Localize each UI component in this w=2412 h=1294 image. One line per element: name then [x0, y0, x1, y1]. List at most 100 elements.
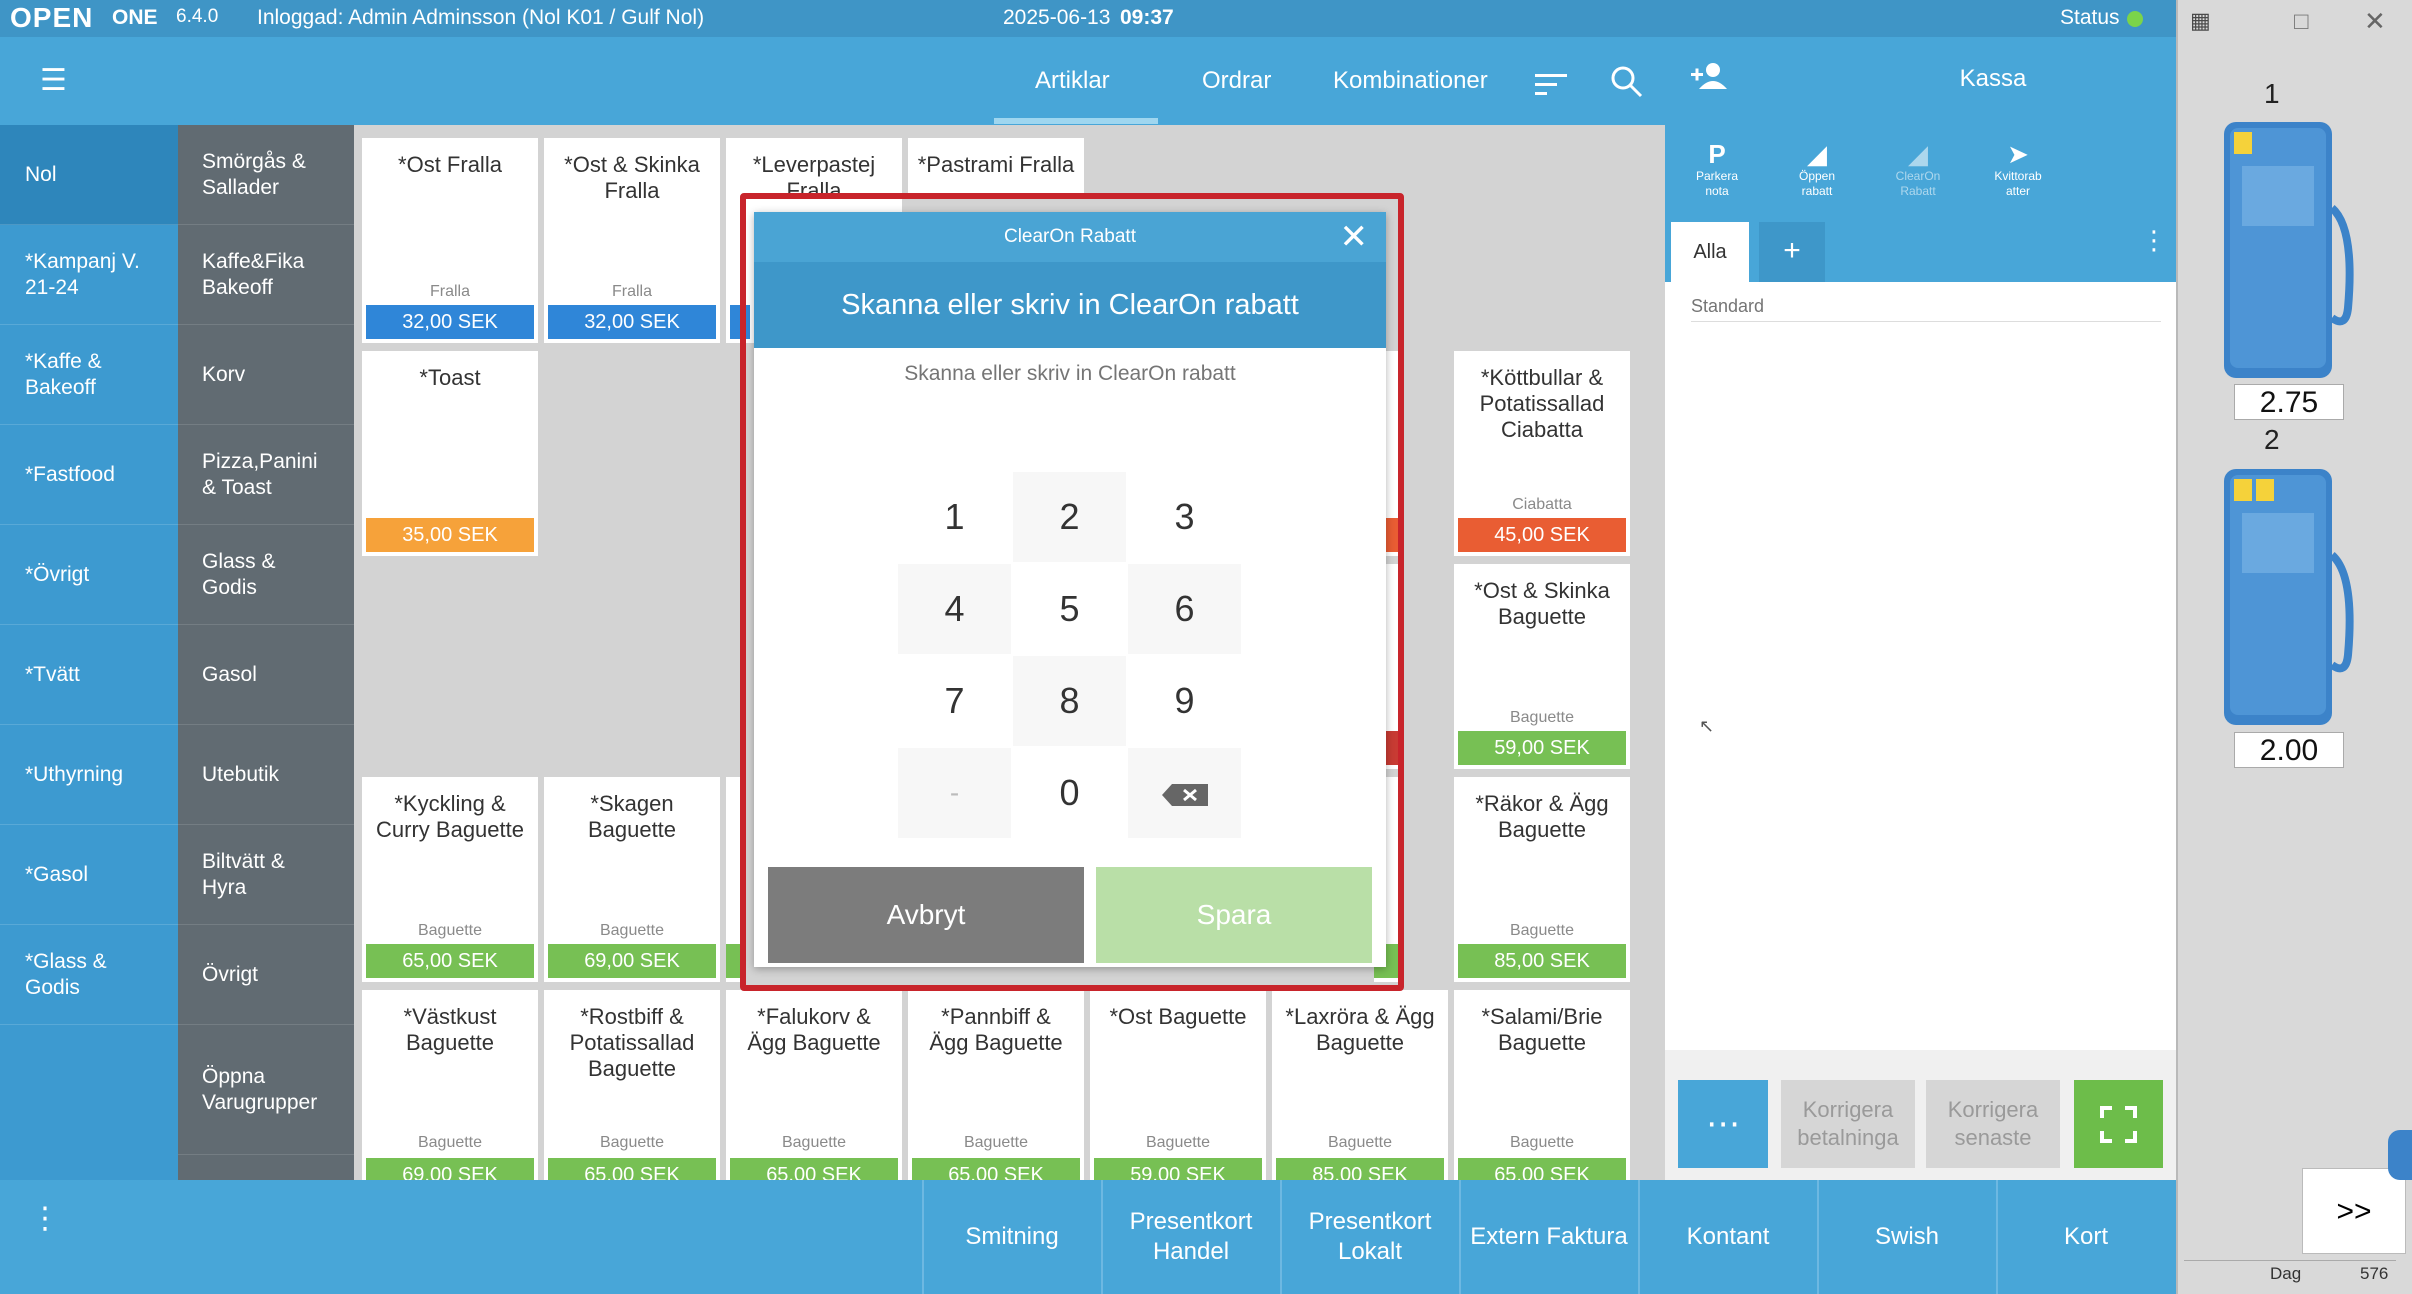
add-tab-icon[interactable]: + [1759, 222, 1825, 282]
keypad-key-1[interactable]: 1 [898, 472, 1011, 562]
payment-bar: ⋮ Smitning Presentkort Handel Presentkor… [0, 1180, 2176, 1294]
tab-kombinationer[interactable]: Kombinationer [1333, 67, 1488, 95]
keypad-key-9[interactable]: 9 [1128, 656, 1241, 746]
pump-value: 2.75 [2234, 384, 2344, 420]
tab-alla[interactable]: Alla [1671, 222, 1749, 282]
tab-ordrar[interactable]: Ordrar [1202, 67, 1271, 95]
subcategory-item[interactable]: Övrigt [178, 925, 354, 1025]
keypad-key-5[interactable]: 5 [1013, 564, 1126, 654]
save-button[interactable]: Spara [1096, 867, 1372, 963]
cart-actions: P Parkera nota ◢ Öppen rabatt ◢ ClearOn … [1665, 125, 2176, 220]
coupon-code-input[interactable] [754, 352, 1386, 396]
park-bill-button[interactable]: P Parkera nota [1672, 139, 1762, 199]
status-label[interactable]: Status [2060, 6, 2120, 30]
category-item[interactable]: Nol [0, 125, 178, 225]
mouse-cursor-icon: ↖ [1699, 716, 1715, 736]
keypad-icon[interactable]: ⋯ [1678, 1080, 1768, 1168]
pump-value: 2.00 [2234, 732, 2344, 768]
external-invoice-button[interactable]: Extern Faktura [1459, 1180, 1637, 1294]
subcategory-item[interactable]: Biltvätt & Hyra [178, 825, 354, 925]
backspace-key[interactable] [1128, 748, 1241, 838]
keypad-key-minus[interactable]: - [898, 748, 1011, 838]
more-menu-icon[interactable]: ⋮ [30, 1204, 60, 1234]
status-indicator-icon [2127, 11, 2143, 27]
giftcard-store-button[interactable]: Presentkort Handel [1101, 1180, 1279, 1294]
smitning-button[interactable]: Smitning [922, 1180, 1100, 1294]
pricelist-field[interactable] [1691, 292, 2161, 322]
subcategory-item[interactable]: Glass & Godis [178, 525, 354, 625]
pump-panel: ▦ □ ✕ 1 2.75 2 2.00 >> Dag 576 [2176, 0, 2412, 1294]
keypad-key-3[interactable]: 3 [1128, 472, 1241, 562]
product-tile[interactable]: *Kyckling & Curry Baguette Baguette 65,0… [362, 777, 538, 982]
keypad-key-7[interactable]: 7 [898, 656, 1011, 746]
fullscreen-icon [2100, 1106, 2137, 1143]
more-options-icon[interactable]: ⋮ [2141, 227, 2167, 253]
keypad-key-2[interactable]: 2 [1013, 472, 1126, 562]
product-tile[interactable]: *Ost Baguette Baguette 59,00 SEK [1090, 990, 1266, 1186]
subcategory-item[interactable]: Smörgås & Sallader [178, 125, 354, 225]
subcategory-item[interactable]: Korv [178, 325, 354, 425]
product-tile[interactable]: *Rostbiff & Potatissallad Baguette Bague… [544, 990, 720, 1186]
hamburger-menu-icon[interactable]: ☰ [40, 66, 67, 96]
cash-button[interactable]: Kontant [1638, 1180, 1816, 1294]
product-tile[interactable]: *Köttbullar & Potatissallad Ciabatta Cia… [1454, 351, 1630, 556]
cart-tabs: Alla + ⋮ [1665, 220, 2176, 282]
category-item[interactable]: *Övrigt [0, 525, 178, 625]
cancel-button[interactable]: Avbryt [768, 867, 1084, 963]
subcategory-item[interactable]: Gasol [178, 625, 354, 725]
product-tile[interactable]: *Räkor & Ägg Baguette Baguette 85,00 SEK [1454, 777, 1630, 982]
maximize-icon[interactable]: □ [2294, 8, 2309, 36]
product-tile[interactable]: *Pastrami Fralla [908, 138, 1084, 198]
giftcard-local-button[interactable]: Presentkort Lokalt [1280, 1180, 1458, 1294]
product-tile[interactable]: *Toast 35,00 SEK [362, 351, 538, 556]
search-icon[interactable] [1610, 65, 1644, 99]
correct-payments-button[interactable]: Korrigera betalninga [1781, 1080, 1915, 1168]
product-tile[interactable]: *Pannbiff & Ägg Baguette Baguette 65,00 … [908, 990, 1084, 1186]
category-item[interactable]: *Kampanj V. 21-24 [0, 225, 178, 325]
correct-latest-button[interactable]: Korrigera senaste [1926, 1080, 2060, 1168]
fullscreen-button[interactable] [2074, 1080, 2163, 1168]
cart-bottom-actions: ⋯ Korrigera betalninga Korrigera senaste [1665, 1050, 2176, 1180]
subcategory-item[interactable]: Kaffe&Fika Bakeoff [178, 225, 354, 325]
keypad-key-4[interactable]: 4 [898, 564, 1011, 654]
product-tile[interactable]: *Västkust Baguette Baguette 69,00 SEK [362, 990, 538, 1186]
category-item[interactable]: *Tvätt [0, 625, 178, 725]
open-discount-button[interactable]: ◢ Öppen rabatt [1772, 139, 1862, 199]
category-item[interactable]: *Glass & Godis [0, 925, 178, 1025]
fuel-pump-icon[interactable] [2220, 465, 2360, 735]
dialog-title: ClearOn Rabatt ✕ [754, 212, 1386, 262]
pump-footer: Dag 576 [2184, 1260, 2396, 1288]
receipt-discounts-button[interactable]: ➤ Kvittorab atter [1973, 139, 2063, 199]
close-icon[interactable]: ✕ [2364, 6, 2386, 37]
product-tile[interactable]: *Ost & Skinka Baguette Baguette 59,00 SE… [1454, 564, 1630, 769]
next-button[interactable]: >> [2302, 1168, 2406, 1254]
sort-icon[interactable] [1535, 71, 1569, 97]
keypad-key-8[interactable]: 8 [1013, 656, 1126, 746]
product-tile[interactable]: *Laxröra & Ägg Baguette Baguette 85,00 S… [1272, 990, 1448, 1186]
product-tile[interactable]: *Falukorv & Ägg Baguette Baguette 65,00 … [726, 990, 902, 1186]
side-handle-icon[interactable] [2388, 1130, 2412, 1180]
product-tile[interactable]: *Salami/Brie Baguette Baguette 65,00 SEK [1454, 990, 1630, 1186]
category-item[interactable]: *Uthyrning [0, 725, 178, 825]
pump-number: 1 [2264, 78, 2280, 109]
keypad-key-6[interactable]: 6 [1128, 564, 1241, 654]
clearon-discount-button[interactable]: ◢ ClearOn Rabatt [1873, 139, 1963, 199]
subcategory-item[interactable]: Pizza,Panini & Toast [178, 425, 354, 525]
fuel-pump-icon[interactable] [2220, 118, 2360, 388]
subcategory-item[interactable]: Utebutik [178, 725, 354, 825]
swish-button[interactable]: Swish [1817, 1180, 1995, 1294]
product-tile[interactable]: *Ost Fralla Fralla 32,00 SEK [362, 138, 538, 343]
product-tile[interactable]: *Skagen Baguette Baguette 69,00 SEK [544, 777, 720, 982]
subcategory-item[interactable]: Öppna Varugrupper [178, 1025, 354, 1155]
category-list-sub: Smörgås & Sallader Kaffe&Fika Bakeoff Ko… [178, 125, 354, 1180]
close-icon[interactable]: ✕ [1340, 220, 1369, 254]
keypad-key-0[interactable]: 0 [1013, 748, 1126, 838]
category-item[interactable]: *Fastfood [0, 425, 178, 525]
category-item[interactable]: *Kaffe & Bakeoff [0, 325, 178, 425]
card-button[interactable]: Kort [1996, 1180, 2174, 1294]
app-icon: ▦ [2190, 8, 2211, 33]
category-item[interactable]: *Gasol [0, 825, 178, 925]
cart-body: ↖ [1665, 282, 2176, 1180]
tab-artiklar[interactable]: Artiklar [1035, 67, 1110, 95]
product-tile[interactable]: *Ost & Skinka Fralla Fralla 32,00 SEK [544, 138, 720, 343]
